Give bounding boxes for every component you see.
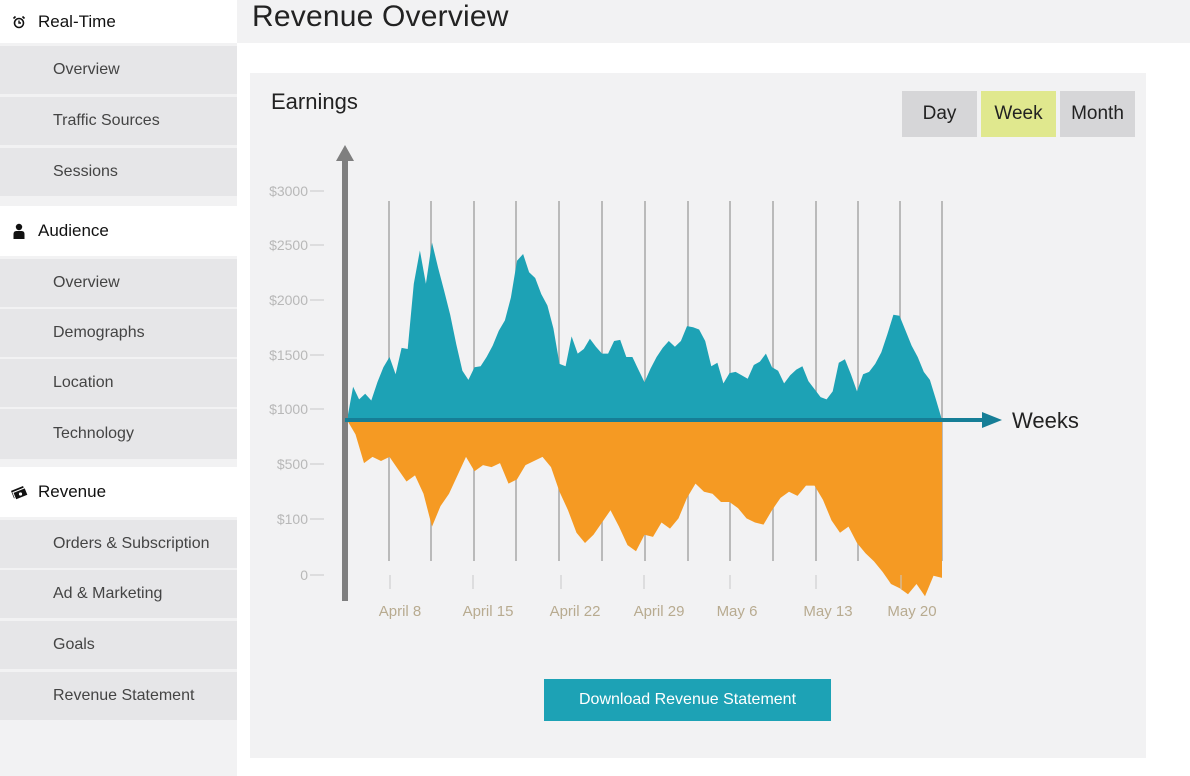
- sidebar-item-label: Revenue Statement: [53, 687, 195, 704]
- y-axis-arrow: [336, 145, 354, 161]
- sidebar: Real-Time Overview Traffic Sources Sessi…: [0, 0, 237, 776]
- sidebar-item-label: Overview: [53, 274, 120, 291]
- toggle-day-button[interactable]: Day: [902, 91, 977, 137]
- sidebar-item-revenue-statement[interactable]: Revenue Statement: [0, 672, 237, 720]
- x-tick-label: May 20: [887, 603, 936, 620]
- sidebar-item-overview[interactable]: Overview: [0, 46, 237, 94]
- sidebar-item-label: Overview: [53, 61, 120, 78]
- sidebar-item-label: Sessions: [53, 163, 118, 180]
- y-tick-label: $2000: [269, 292, 308, 308]
- y-tick-label: $1000: [269, 401, 308, 417]
- x-axis-arrow: [982, 412, 1002, 428]
- x-tick-label: April 29: [634, 603, 685, 620]
- section-audience[interactable]: Audience: [0, 206, 237, 256]
- sidebar-item-technology[interactable]: Technology: [0, 409, 237, 459]
- sidebar-item-goals[interactable]: Goals: [0, 621, 237, 669]
- revenue-panel: $3000 $2500 $2000 $1500 $1000 $500 $100 0 Weeks A…: [250, 73, 1146, 758]
- y-tick-label: 0: [300, 567, 308, 583]
- sidebar-item-location[interactable]: Location: [0, 359, 237, 407]
- sidebar-item-label: Demographs: [53, 324, 145, 341]
- alarm-clock-icon: [0, 15, 38, 29]
- sidebar-item-ad-marketing[interactable]: Ad & Marketing: [0, 570, 237, 618]
- sidebar-item-sessions[interactable]: Sessions: [0, 148, 237, 196]
- section-label: Audience: [38, 221, 109, 240]
- y-tick-label: $1500: [269, 347, 308, 363]
- toggle-month-button[interactable]: Month: [1060, 91, 1135, 137]
- section-real-time[interactable]: Real-Time: [0, 0, 237, 43]
- sidebar-item-audience-overview[interactable]: Overview: [0, 259, 237, 307]
- section-label: Revenue: [38, 482, 107, 501]
- x-axis-label: Weeks: [1012, 408, 1079, 433]
- sidebar-item-label: Technology: [53, 425, 134, 442]
- toggle-week-button[interactable]: Week: [981, 91, 1056, 137]
- sidebar-item-label: Goals: [53, 636, 95, 653]
- x-tick-label: April 8: [379, 603, 422, 620]
- x-tick-label: May 13: [803, 603, 852, 620]
- sidebar-item-demographs[interactable]: Demographs: [0, 309, 237, 357]
- y-tick-label: $3000: [269, 183, 308, 199]
- person-icon: [0, 223, 38, 239]
- sidebar-item-label: Location: [53, 374, 114, 391]
- download-revenue-statement-button[interactable]: Download Revenue Statement: [544, 679, 831, 721]
- y-tick-label: $500: [277, 456, 308, 472]
- y-tick-label: $100: [277, 511, 308, 527]
- sidebar-item-label: Traffic Sources: [53, 112, 160, 129]
- y-tick-label: $2500: [269, 237, 308, 253]
- earnings-area-negative: [347, 420, 942, 597]
- earnings-chart: $3000$2500$2000$1500$1000$500$1000WeeksA…: [269, 145, 1079, 620]
- x-tick-label: April 15: [463, 603, 514, 620]
- x-tick-label: April 22: [550, 603, 601, 620]
- x-tick-label: May 6: [717, 603, 758, 620]
- money-icon: [0, 484, 38, 500]
- sidebar-item-label: Orders & Subscription: [53, 535, 210, 552]
- sidebar-item-orders-subscription[interactable]: Orders & Subscription: [0, 520, 237, 568]
- sidebar-item-traffic-sources[interactable]: Traffic Sources: [0, 97, 237, 145]
- section-revenue[interactable]: Revenue: [0, 467, 237, 517]
- chart-title: Earnings: [271, 89, 358, 114]
- sidebar-item-label: Ad & Marketing: [53, 585, 163, 602]
- page-header: Revenue Overview: [237, 0, 1190, 43]
- page-title: Revenue Overview: [252, 0, 509, 33]
- section-label: Real-Time: [38, 11, 116, 31]
